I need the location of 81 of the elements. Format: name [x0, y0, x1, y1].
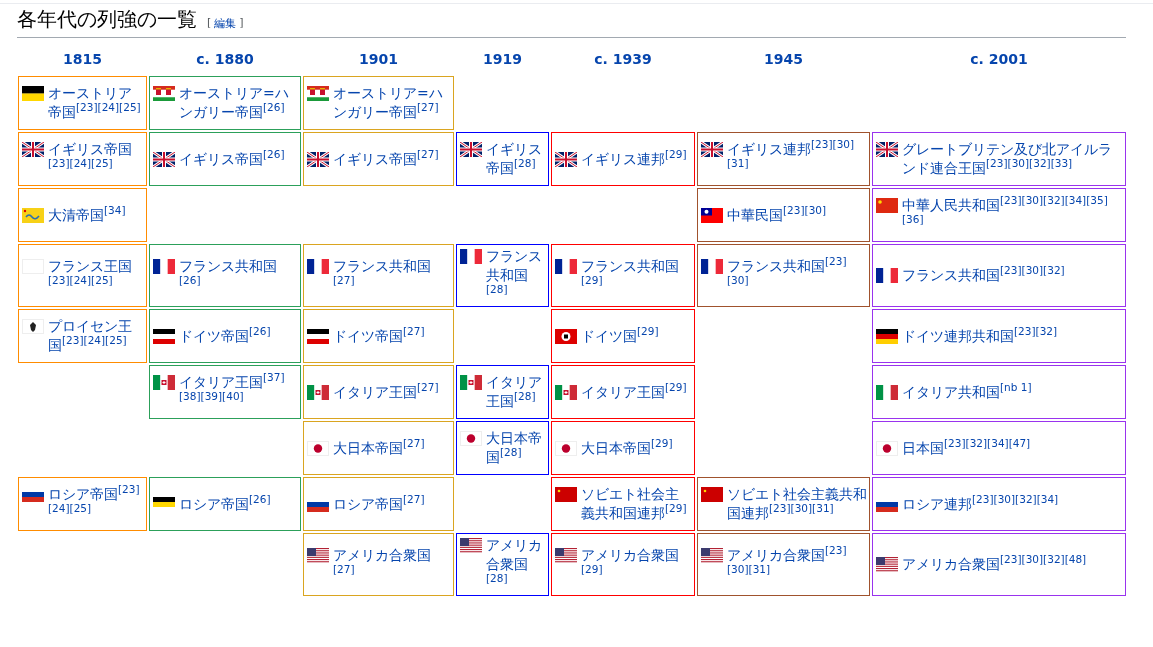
flag-icon: [555, 384, 577, 400]
flag-icon: [701, 487, 723, 502]
flag-icon: [876, 198, 898, 213]
flag-icon: [555, 258, 577, 274]
flag-icon: [22, 319, 44, 334]
flag-icon: [876, 440, 898, 456]
country-label: イタリア王国$^{[29]}$: [581, 382, 687, 402]
flag-icon: [555, 151, 577, 167]
country-label: 大日本帝国$^{[27]}$: [333, 438, 425, 458]
flag-icon: [460, 375, 482, 390]
country-label: ロシア帝国$^{[27]}$: [333, 494, 425, 514]
flag-icon: [555, 547, 577, 563]
flag-icon: [460, 431, 482, 446]
flag-icon: [460, 249, 482, 264]
flag-icon: [876, 384, 898, 400]
bracket-text: [: [207, 16, 212, 31]
flag-icon: [701, 258, 723, 274]
flag-icon: [307, 328, 329, 344]
year-header: 1901: [358, 50, 399, 69]
flag-icon: [307, 258, 329, 274]
country-label: 日本国$^{[23][32][34][47]}$: [902, 438, 1031, 458]
country-label: イタリア共和国$^{[nb 1]}$: [902, 382, 1032, 402]
country-label: 大日本帝国$^{[29]}$: [581, 438, 673, 458]
country-label: イギリス帝国$^{[26]}$: [179, 149, 285, 169]
flag-icon: [153, 151, 175, 167]
country-label: イギリス帝国$^{[27]}$: [333, 149, 439, 169]
country-label: イギリス帝国$^{[28]}$: [486, 140, 543, 178]
flag-icon: [876, 557, 898, 572]
flag-icon: [153, 86, 175, 101]
flag-icon: [555, 328, 577, 344]
country-label: ソビエト社会主義共和国連邦$^{[23][30][31]}$: [727, 485, 867, 523]
country-label: ロシア連邦$^{[23][30][32][34]}$: [902, 494, 1059, 514]
country-label: プロイセン王国$^{[23][24][25]}$: [48, 317, 133, 355]
year-header: 1945: [763, 50, 804, 69]
country-label: イタリア王国$^{[28]}$: [486, 373, 543, 411]
country-label: オーストリア=ハンガリー帝国$^{[26]}$: [179, 84, 290, 122]
section-heading: 各年代の列強の一覧: [17, 6, 197, 33]
flag-icon: [307, 547, 329, 563]
year-header: c. 1880: [195, 50, 255, 69]
country-label: 中華民国$^{[23][30]}$: [727, 205, 827, 225]
bracket-text: ]: [239, 16, 244, 31]
flag-icon: [876, 328, 898, 344]
flag-icon: [555, 440, 577, 456]
flag-icon: [307, 440, 329, 456]
flag-icon: [22, 86, 44, 101]
flag-icon: [153, 328, 175, 344]
edit-link[interactable]: 編集: [214, 16, 237, 31]
flag-icon: [876, 142, 898, 157]
country-label: オーストリア=ハンガリー帝国$^{[27]}$: [333, 84, 444, 122]
flag-icon: [153, 258, 175, 274]
flag-icon: [307, 384, 329, 400]
year-header: c. 2001: [969, 50, 1029, 69]
flag-icon: [307, 86, 329, 101]
flag-icon: [876, 268, 898, 283]
country-label: グレートブリテン及び北アイルランド連合王国$^{[23][30][32][33]}$: [902, 140, 1113, 178]
year-header: c. 1939: [593, 50, 653, 69]
country-label: オーストリア帝国$^{[23][24][25]}$: [48, 84, 142, 122]
flag-icon: [153, 375, 175, 390]
country-label: 大日本帝国$^{[28]}$: [486, 429, 543, 467]
flag-icon: [701, 207, 723, 223]
flag-icon: [460, 538, 482, 553]
country-label: ドイツ国$^{[29]}$: [581, 326, 659, 346]
country-label: ソビエト社会主義共和国連邦$^{[29]}$: [581, 485, 688, 523]
country-label: イタリア王国$^{[27]}$: [333, 382, 439, 402]
year-header: 1919: [482, 50, 523, 69]
country-label: イギリス連邦$^{[29]}$: [581, 149, 687, 169]
country-label: ロシア帝国$^{[26]}$: [179, 494, 271, 514]
flag-icon: [22, 142, 44, 157]
flag-icon: [460, 142, 482, 157]
country-label: ドイツ帝国$^{[26]}$: [179, 326, 271, 346]
flag-icon: [555, 487, 577, 502]
country-label: ドイツ連邦共和国$^{[23][32]}$: [902, 326, 1058, 346]
country-label: アメリカ合衆国$^{[23][30][32][48]}$: [902, 555, 1087, 574]
flag-icon: [701, 142, 723, 157]
year-header: 1815: [62, 50, 103, 69]
flag-icon: [701, 547, 723, 563]
flag-icon: [22, 207, 44, 223]
country-label: フランス共和国$^{[23][30][32]}$: [902, 266, 1065, 285]
country-label: 大清帝国$^{[34]}$: [48, 205, 126, 225]
flag-icon: [307, 151, 329, 167]
country-label: ドイツ帝国$^{[27]}$: [333, 326, 425, 346]
